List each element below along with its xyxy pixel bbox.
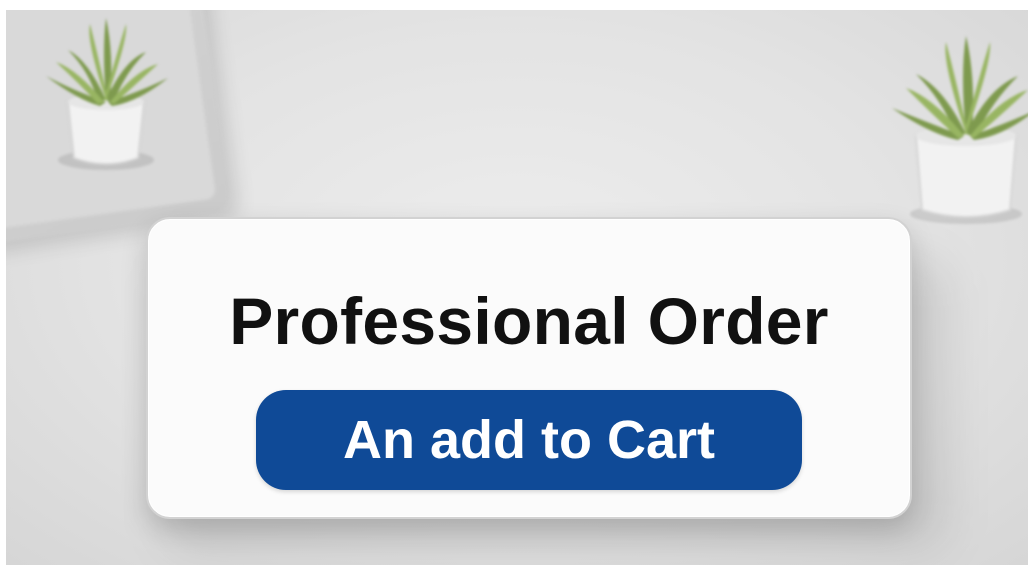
order-card: Professional Order An add to Cart xyxy=(146,217,912,519)
potted-plant-icon xyxy=(46,18,168,170)
add-to-cart-button[interactable]: An add to Cart xyxy=(256,390,802,490)
card-title: Professional Order xyxy=(229,284,829,358)
potted-plant-icon xyxy=(892,36,1028,224)
